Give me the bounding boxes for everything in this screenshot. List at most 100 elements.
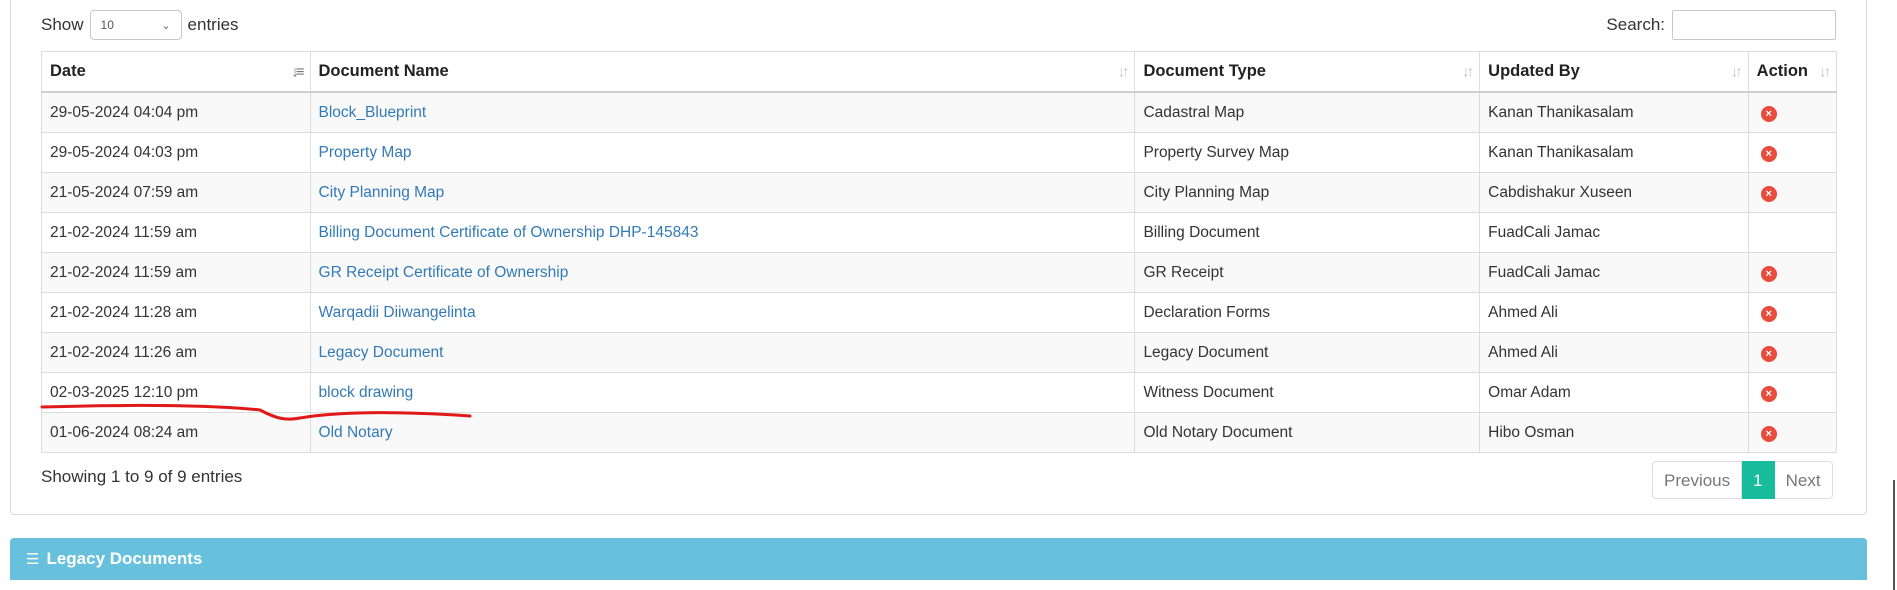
delete-icon[interactable]: × [1760,345,1777,362]
chevron-down-icon: ⌄ [161,19,171,32]
cell-action: × [1747,132,1838,173]
sort-icon: ↓↑ [1730,63,1743,80]
cell-action: × [1747,372,1838,413]
column-header-label: Action [1756,62,1809,80]
documents-table: Date ↓≡ Document Name ↓↑ Document Type ↓… [41,51,1838,453]
table-row: 21-02-2024 11:59 am Billing Document Cert… [41,212,1838,253]
cell-updated-by: Kanan Thanikasalam [1479,91,1749,133]
length-control: Show 10 ⌄ entries [41,10,239,40]
table-row: 21-02-2024 11:59 am GR Receipt Certificat… [41,252,1838,293]
document-link[interactable]: City Planning Map [319,184,445,201]
cell-updated-by: Cabdishakur Xuseen [1479,172,1749,213]
sort-icon: ↓↑ [1117,63,1129,80]
delete-icon[interactable]: × [1760,105,1777,122]
cell-action: × [1747,332,1838,373]
column-header-label: Updated By [1488,62,1580,80]
sort-icon: ↓↑ [1462,63,1474,80]
legacy-documents-header[interactable]: ☰ Legacy Documents [10,538,1867,580]
scrollbar-thumb[interactable] [1893,480,1895,590]
cell-updated-by: Omar Adam [1479,372,1749,413]
show-label: Show [41,15,84,34]
cell-document-type: GR Receipt [1134,252,1481,293]
column-header-document-type[interactable]: Document Type ↓↑ [1134,51,1481,93]
cell-date: 21-05-2024 07:59 am [41,172,311,213]
delete-icon[interactable]: × [1760,265,1777,282]
cell-updated-by: FuadCali Jamac [1479,252,1749,293]
legacy-documents-title: Legacy Documents [46,549,203,568]
cell-document-type: Property Survey Map [1134,132,1481,173]
cell-action: × [1747,412,1838,453]
cell-date: 01-06-2024 08:24 am [41,412,311,453]
cell-updated-by: FuadCali Jamac [1479,212,1749,253]
document-link[interactable]: Billing Document Certificate of Ownershi… [319,224,699,241]
cell-updated-by: Ahmed Ali [1479,292,1749,333]
cell-action: × [1747,91,1838,133]
cell-document-type: City Planning Map [1134,172,1481,213]
cell-document-name: Warqadii Diiwangelinta [309,292,1136,333]
column-header-date[interactable]: Date ↓≡ [41,51,311,93]
entries-label: entries [187,15,239,34]
cell-action: × [1747,172,1838,213]
cell-updated-by: Kanan Thanikasalam [1479,132,1749,173]
cell-action [1747,212,1838,253]
delete-icon[interactable]: × [1760,425,1777,442]
cell-date: 29-05-2024 04:03 pm [41,132,311,173]
column-header-action[interactable]: Action ↓↑ [1747,51,1838,93]
table-info: Showing 1 to 9 of 9 entries [41,467,243,486]
column-header-label: Document Name [318,62,449,80]
cell-document-name: Legacy Document [309,332,1136,373]
table-row: 29-05-2024 04:04 pm Block_Blueprint Cadast… [41,91,1838,133]
document-link[interactable]: Old Notary [319,424,393,441]
column-header-document-name[interactable]: Document Name ↓↑ [309,51,1136,93]
cell-document-type: Legacy Document [1134,332,1481,373]
cell-action: × [1747,292,1838,333]
table-row: 21-02-2024 11:28 am Warqadii Diiwangelint… [41,292,1838,333]
list-icon: ☰ [26,551,40,568]
cell-document-type: Witness Document [1134,372,1481,413]
search-label: Search: [1606,15,1665,34]
document-link[interactable]: Property Map [319,144,412,161]
document-link[interactable]: Legacy Document [319,344,444,361]
cell-document-type: Billing Document [1134,212,1481,253]
column-header-label: Document Type [1143,62,1266,80]
document-link[interactable]: Block_Blueprint [319,104,427,121]
search-control: Search: [1606,9,1836,41]
delete-icon[interactable]: × [1760,385,1777,402]
search-input[interactable] [1672,10,1836,40]
document-link[interactable]: Warqadii Diiwangelinta [319,304,476,321]
document-link[interactable]: block drawing [319,384,414,401]
table-row: 21-05-2024 07:59 am City Planning Map City… [41,172,1838,213]
delete-icon[interactable]: × [1760,185,1777,202]
cell-document-name: Billing Document Certificate of Ownershi… [309,212,1136,253]
entries-per-page-value: 10 [100,18,114,32]
entries-per-page-select[interactable]: 10 ⌄ [89,10,182,40]
previous-page-button[interactable]: Previous [1652,461,1743,499]
sort-descending-icon: ↓≡ [291,63,304,80]
cell-document-name: City Planning Map [309,172,1136,213]
cell-date: 02-03-2025 12:10 pm [41,372,311,413]
page-1-button[interactable]: 1 [1742,461,1775,499]
column-header-label: Date [50,62,86,80]
table-row: 02-03-2025 12:10 pm block drawing Witness … [41,372,1838,413]
document-link[interactable]: GR Receipt Certificate of Ownership [319,264,569,281]
cell-document-name: Block_Blueprint [309,91,1136,133]
cell-document-type: Declaration Forms [1134,292,1481,333]
cell-updated-by: Hibo Osman [1479,412,1749,453]
cell-updated-by: Ahmed Ali [1479,332,1749,373]
cell-date: 21-02-2024 11:59 am [41,212,311,253]
table-body: 29-05-2024 04:04 pm Block_Blueprint Cadast… [41,91,1838,453]
cell-document-type: Old Notary Document [1134,412,1481,453]
table-row: 29-05-2024 04:03 pm Property Map Property … [41,132,1838,173]
table-header-row: Date ↓≡ Document Name ↓↑ Document Type ↓… [41,51,1838,93]
delete-icon[interactable]: × [1760,305,1777,322]
cell-date: 29-05-2024 04:04 pm [41,91,311,133]
table-row: 01-06-2024 08:24 am Old Notary Old Notary … [41,412,1838,453]
column-header-updated-by[interactable]: Updated By ↓↑ [1479,51,1749,93]
pagination: Previous 1 Next [1652,461,1833,499]
next-page-button[interactable]: Next [1774,461,1833,499]
cell-action: × [1747,252,1838,293]
cell-date: 21-02-2024 11:28 am [41,292,311,333]
delete-icon[interactable]: × [1760,145,1777,162]
cell-date: 21-02-2024 11:26 am [41,332,311,373]
cell-document-name: GR Receipt Certificate of Ownership [309,252,1136,293]
